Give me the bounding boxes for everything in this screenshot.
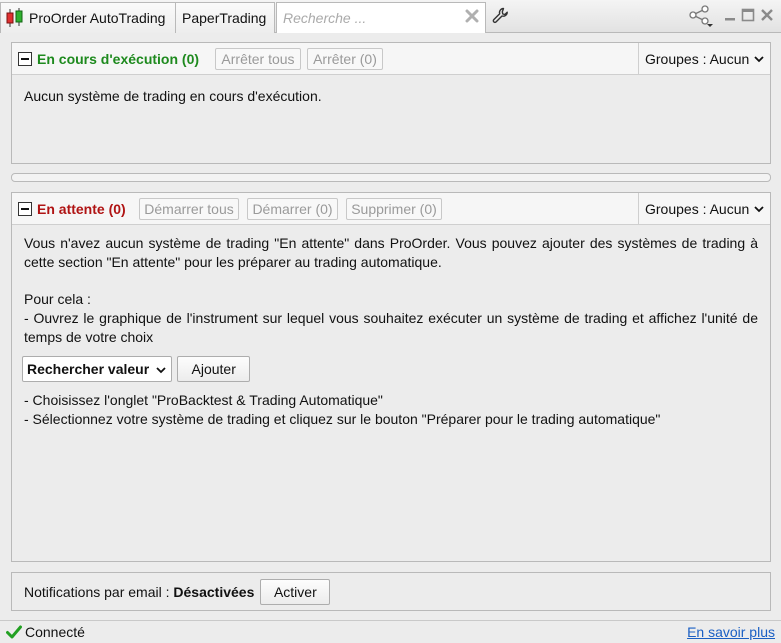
groups-dropdown-pending[interactable]: Groupes : Aucun (638, 193, 770, 225)
step3-text: - Sélectionnez votre système de trading … (24, 411, 661, 427)
running-title: En cours d'exécution (0) (37, 51, 200, 67)
step2-text: - Choisissez l'onglet "ProBacktest & Tra… (24, 392, 383, 408)
start-button[interactable]: Démarrer (0) (247, 198, 338, 220)
groups-label: Groupes : Aucun (645, 51, 750, 67)
chevron-down-icon (156, 367, 166, 374)
search-value-dropdown[interactable]: Rechercher valeur (22, 356, 173, 382)
pending-intro-text: Vous n'avez aucun système de trading "En… (24, 235, 758, 270)
pending-title: En attente (0) (37, 201, 126, 217)
checkmark-icon (6, 625, 22, 639)
running-empty-message: Aucun système de trading en cours d'exéc… (24, 88, 322, 104)
wrench-icon[interactable] (492, 7, 510, 25)
search-box[interactable] (276, 2, 486, 33)
tab-label: PaperTrading (182, 10, 267, 26)
start-all-button[interactable]: Démarrer tous (139, 198, 239, 220)
close-icon[interactable] (760, 8, 774, 22)
notifications-status: Désactivées (173, 583, 255, 600)
candlestick-icon (6, 8, 23, 27)
panel-splitter[interactable] (11, 173, 771, 182)
tab-label: ProOrder AutoTrading (29, 10, 166, 26)
step1-text: - Ouvrez le graphique de l'instrument su… (24, 310, 758, 345)
running-panel-header: En cours d'exécution (0) Arrêter tous Ar… (12, 43, 770, 75)
title-bar: ProOrder AutoTrading PaperTrading (0, 0, 781, 33)
stop-button[interactable]: Arrêter (0) (307, 48, 383, 70)
tab-proorder-autotrading[interactable]: ProOrder AutoTrading (0, 2, 176, 33)
howto-text: Pour cela : (24, 291, 91, 307)
collapse-pending-button[interactable] (18, 202, 32, 216)
clear-search-icon[interactable] (465, 9, 479, 23)
email-notifications-bar: Notifications par email : Désactivées Ac… (11, 572, 771, 611)
search-value-label: Rechercher valeur (27, 360, 150, 377)
activate-button[interactable]: Activer (260, 578, 331, 605)
pending-panel: En attente (0) Démarrer tous Démarrer (0… (11, 192, 771, 562)
minimize-icon[interactable] (723, 8, 737, 22)
add-button[interactable]: Ajouter (177, 356, 251, 382)
pending-panel-header: En attente (0) Démarrer tous Démarrer (0… (12, 193, 770, 225)
groups-dropdown-running[interactable]: Groupes : Aucun (638, 43, 770, 75)
notifications-label: Notifications par email : (24, 583, 174, 600)
chevron-down-icon (754, 56, 764, 63)
maximize-icon[interactable] (741, 8, 755, 22)
running-panel: En cours d'exécution (0) Arrêter tous Ar… (11, 42, 771, 164)
status-bar: Connecté En savoir plus (0, 620, 781, 643)
tab-papertrading[interactable]: PaperTrading (175, 2, 275, 33)
search-input[interactable] (283, 10, 458, 26)
connection-status: Connecté (25, 624, 85, 640)
groups-label: Groupes : Aucun (645, 201, 750, 217)
collapse-running-button[interactable] (18, 52, 32, 66)
delete-button[interactable]: Supprimer (0) (346, 198, 442, 220)
share-icon[interactable] (688, 5, 714, 27)
chevron-down-icon (754, 206, 764, 213)
learn-more-link[interactable]: En savoir plus (687, 624, 775, 640)
stop-all-button[interactable]: Arrêter tous (215, 48, 301, 70)
